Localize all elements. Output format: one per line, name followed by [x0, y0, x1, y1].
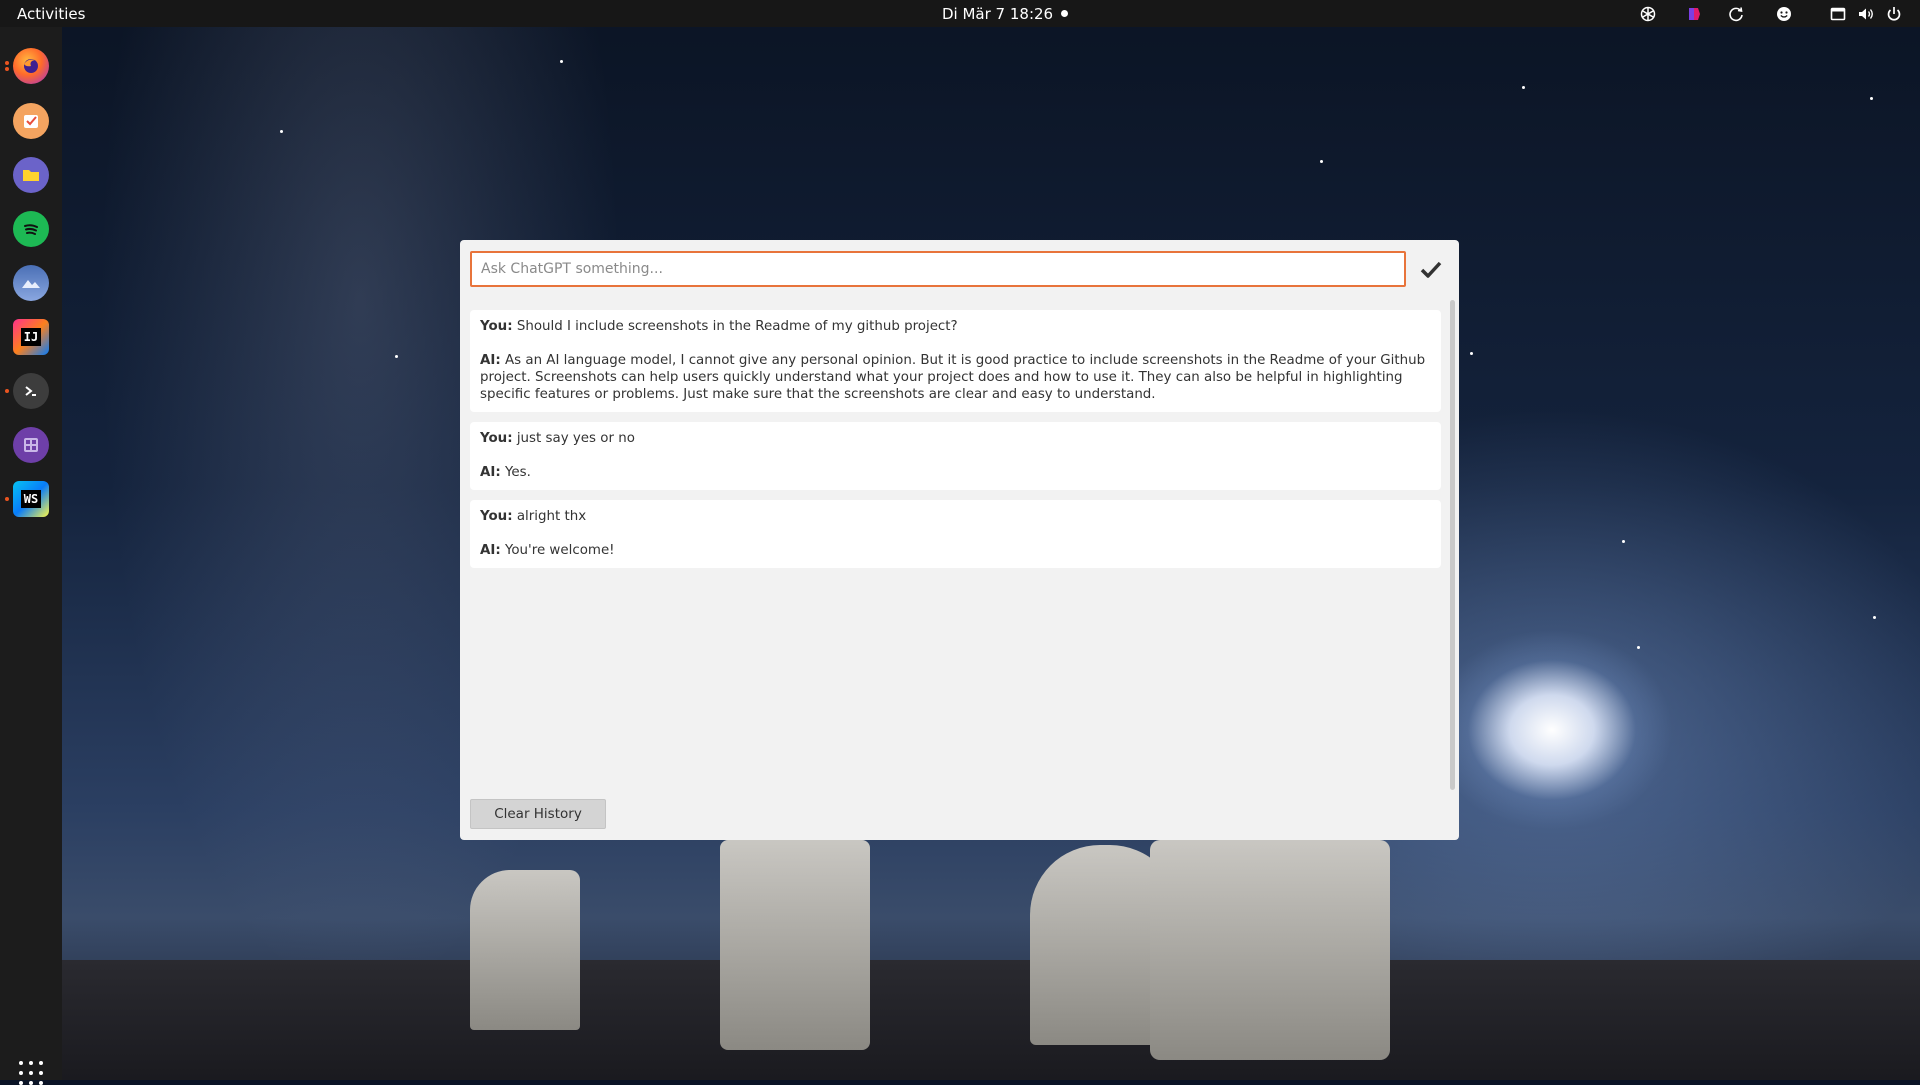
terminal-icon[interactable] [13, 373, 49, 409]
star [1522, 86, 1525, 89]
clock[interactable]: Di Mär 7 18:26 [942, 5, 1053, 23]
chatgpt-window: You: Should I include screenshots in the… [460, 240, 1459, 840]
ai-label: AI: [480, 465, 501, 480]
firefox-icon[interactable] [13, 48, 49, 84]
you-label: You: [480, 431, 513, 446]
star [1470, 352, 1473, 355]
activities-button[interactable]: Activities [17, 5, 85, 23]
send-button[interactable] [1418, 258, 1444, 282]
star [1622, 540, 1625, 543]
star [395, 355, 398, 358]
running-indicator [5, 67, 9, 71]
emoji-icon[interactable] [1774, 4, 1794, 24]
user-message: You: Should I include screenshots in the… [480, 318, 1431, 335]
you-label: You: [480, 509, 513, 524]
ai-message-text: You're welcome! [504, 543, 615, 558]
message-list: You: Should I include screenshots in the… [470, 310, 1441, 578]
antenna [720, 840, 870, 1050]
user-message: You: just say yes or no [480, 430, 1431, 447]
ai-message: AI: Yes. [480, 464, 1431, 481]
chatgpt-icon[interactable] [1638, 4, 1658, 24]
dock: IJ WS [0, 27, 62, 1085]
star [1870, 97, 1873, 100]
spotify-icon[interactable] [13, 211, 49, 247]
message-card: You: Should I include screenshots in the… [470, 310, 1441, 412]
colorpicker-icon[interactable] [1684, 4, 1704, 24]
running-indicator [5, 497, 9, 501]
ai-message-text: Yes. [504, 465, 531, 480]
top-bar: Activities Di Mär 7 18:26 [0, 0, 1920, 27]
webstorm-icon-text: WS [20, 490, 42, 508]
ai-message: AI: You're welcome! [480, 542, 1431, 559]
star [280, 130, 283, 133]
message-card: You: alright thx AI: You're welcome! [470, 500, 1441, 568]
user-message: You: alright thx [480, 508, 1431, 525]
volume-icon[interactable] [1856, 4, 1876, 24]
running-indicator [5, 389, 9, 393]
show-apps-button[interactable] [19, 1061, 43, 1085]
star [1320, 160, 1323, 163]
intellij-icon-text: IJ [20, 328, 42, 346]
checkmark-icon [1420, 261, 1442, 278]
notification-dot [1061, 10, 1068, 17]
user-message-text: Should I include screenshots in the Read… [516, 319, 958, 334]
antenna [1150, 840, 1390, 1060]
calculator-icon[interactable] [13, 427, 49, 463]
prompt-input[interactable] [470, 251, 1406, 287]
antenna [470, 870, 580, 1030]
ai-message: AI: As an AI language model, I cannot gi… [480, 352, 1431, 403]
scrollbar[interactable] [1450, 300, 1455, 790]
window-icon[interactable] [1828, 4, 1848, 24]
ai-label: AI: [480, 353, 501, 368]
clear-history-button[interactable]: Clear History [470, 799, 606, 829]
sync-icon[interactable] [1726, 4, 1746, 24]
message-card: You: just say yes or no AI: Yes. [470, 422, 1441, 490]
planner-icon[interactable] [13, 103, 49, 139]
user-message-text: alright thx [516, 509, 587, 524]
ai-message-text: As an AI language model, I cannot give a… [480, 353, 1426, 402]
star [1637, 646, 1640, 649]
power-icon[interactable] [1884, 4, 1904, 24]
you-label: You: [480, 319, 513, 334]
star [560, 60, 563, 63]
intellij-icon[interactable]: IJ [13, 319, 49, 355]
star [1873, 616, 1876, 619]
mountain-app-icon[interactable] [13, 265, 49, 301]
ground [0, 960, 1920, 1080]
user-message-text: just say yes or no [516, 431, 635, 446]
running-indicator [5, 61, 9, 65]
webstorm-icon[interactable]: WS [13, 481, 49, 517]
ai-label: AI: [480, 543, 501, 558]
files-icon[interactable] [13, 157, 49, 193]
